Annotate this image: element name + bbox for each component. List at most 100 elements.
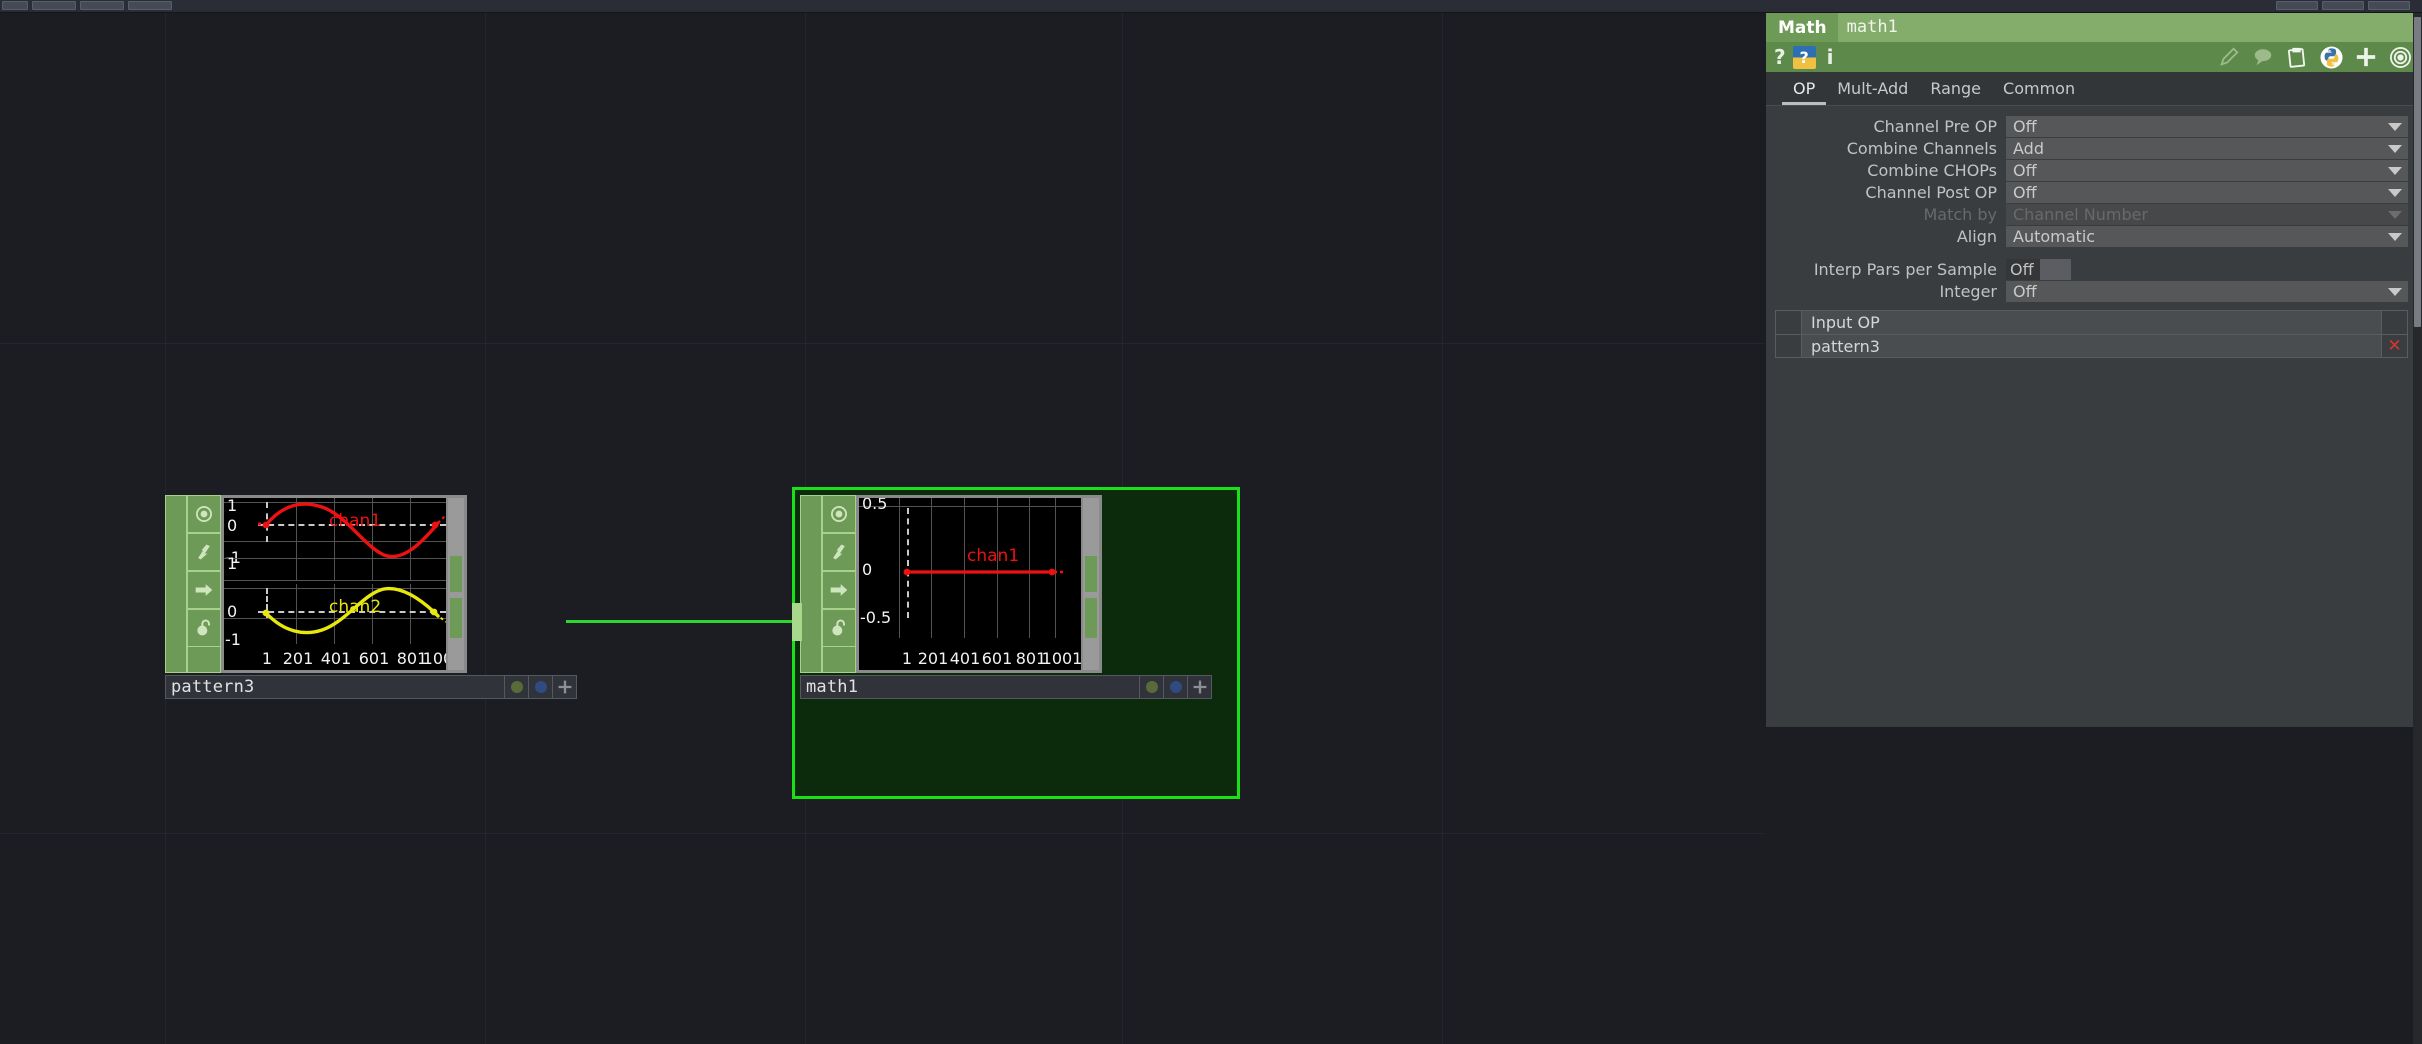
param-menu-combine-chops[interactable]: Off (2006, 160, 2408, 181)
y-tick-label: 0 (227, 602, 238, 621)
viewer-icon[interactable] (822, 495, 856, 533)
connection-wire[interactable] (566, 620, 804, 623)
param-value: Off (2013, 117, 2037, 136)
column-header-input-op: Input OP (1802, 311, 2381, 334)
expand-icon[interactable] (1188, 675, 1212, 699)
clone-icon[interactable] (822, 571, 856, 609)
param-menu-channel-pre-op[interactable]: Off (2006, 116, 2408, 137)
top-bar-button[interactable] (80, 1, 124, 10)
tab-range[interactable]: Range (1919, 79, 1992, 105)
param-value: Off (2013, 183, 2037, 202)
param-menu-channel-post-op[interactable]: Off (2006, 182, 2408, 203)
tab-common[interactable]: Common (1992, 79, 2086, 105)
param-row-combine-channels: Combine Channels Add (1766, 138, 2422, 159)
parameter-tabs: OP Mult-Add Range Common (1766, 72, 2422, 106)
top-bar-button[interactable] (2, 1, 28, 10)
node-output-connector[interactable] (450, 598, 462, 638)
clipboard-icon[interactable] (2286, 46, 2308, 68)
y-tick-label: 0 (227, 516, 238, 535)
node-output-connector[interactable] (1085, 598, 1097, 638)
input-op-value[interactable]: pattern3 (1802, 335, 2381, 357)
grid-line (0, 343, 1764, 344)
tab-op[interactable]: OP (1782, 79, 1826, 105)
param-label: Integer (1939, 282, 1997, 301)
node-math1[interactable]: 0.5 0 -0.5 chan1 1 201 401 601 801 1001 (792, 487, 1240, 799)
param-menu-match-by: Channel Number (2006, 204, 2408, 225)
param-menu-integer[interactable]: Off (2006, 281, 2408, 302)
param-group-spacer (1766, 248, 2422, 259)
clone-icon[interactable] (187, 571, 221, 609)
param-row-channel-pre-op: Channel Pre OP Off (1766, 116, 2422, 137)
node-body[interactable]: 0.5 0 -0.5 chan1 1 201 401 601 801 1001 (792, 495, 1212, 673)
param-menu-align[interactable]: Automatic (2006, 226, 2408, 247)
node-pattern3[interactable]: 1 0 -1 chan1 1 0 -1 chan2 1 201 401 601 … (165, 495, 577, 699)
op-name-field[interactable]: math1 (1837, 13, 2422, 42)
node-output-strip[interactable] (1083, 498, 1099, 670)
chevron-down-icon (2388, 188, 2402, 197)
node-icon-strip[interactable] (822, 495, 856, 673)
viewer-active-dot[interactable] (505, 675, 529, 699)
chevron-down-icon (2388, 287, 2402, 296)
param-label: Combine Channels (1846, 139, 1997, 158)
chevron-down-icon (2388, 122, 2402, 131)
x-tick-label: 201 (282, 649, 314, 668)
y-tick-label: 0 (862, 560, 873, 579)
node-output-connector[interactable] (450, 556, 462, 592)
viewer-active-dot[interactable] (1140, 675, 1164, 699)
table-header-row: Input OP (1776, 311, 2407, 334)
pencil-icon[interactable] (2218, 46, 2240, 68)
param-label: Channel Pre OP (1873, 117, 1997, 136)
close-icon: ✕ (2387, 335, 2402, 356)
node-output-connector[interactable] (1085, 556, 1097, 592)
node-name-field[interactable]: math1 (800, 675, 1140, 699)
clone-dot[interactable] (1164, 675, 1188, 699)
chevron-down-icon (2388, 144, 2402, 153)
help-icon[interactable]: ? (1774, 47, 1786, 67)
tab-mult-add[interactable]: Mult-Add (1826, 79, 1919, 105)
x-tick-label: 1001 (422, 649, 446, 668)
touchdesigner-window: 1 0 -1 chan1 1 0 -1 chan2 1 201 401 601 … (0, 0, 2422, 1044)
top-bar-button[interactable] (128, 1, 172, 10)
parameter-scrollbar[interactable] (2413, 13, 2422, 1044)
delete-row-button[interactable]: ✕ (2381, 335, 2407, 357)
lock-icon[interactable] (822, 609, 856, 647)
node-flag-strip[interactable] (165, 495, 187, 673)
node-output-strip[interactable] (448, 498, 464, 670)
node-viewer[interactable]: 1 0 -1 chan1 1 0 -1 chan2 1 201 401 601 … (221, 495, 467, 673)
window-maximize-button[interactable] (2322, 1, 2364, 10)
node-name-field[interactable]: pattern3 (165, 675, 505, 699)
target-icon[interactable] (2389, 46, 2412, 69)
op-help-icon[interactable]: ? (1792, 45, 1816, 69)
param-toggle-interp-pars[interactable] (2039, 259, 2071, 280)
param-menu-combine-channels[interactable]: Add (2006, 138, 2408, 159)
chevron-down-icon (2388, 232, 2402, 241)
lock-icon[interactable] (187, 609, 221, 647)
param-row-integer: Integer Off (1766, 281, 2422, 302)
info-icon[interactable]: i (1823, 47, 1838, 67)
node-footer[interactable]: pattern3 (165, 675, 577, 699)
plus-icon[interactable] (2355, 46, 2377, 68)
network-editor[interactable]: 1 0 -1 chan1 1 0 -1 chan2 1 201 401 601 … (0, 13, 1764, 1044)
header-spacer-cell (2381, 311, 2407, 334)
top-bar-button[interactable] (32, 1, 76, 10)
node-input-connector[interactable] (792, 603, 802, 641)
node-flag-strip[interactable] (800, 495, 822, 673)
x-tick-label: 1 (261, 649, 273, 668)
bypass-icon[interactable] (187, 533, 221, 571)
node-viewer[interactable]: 0.5 0 -0.5 chan1 1 201 401 601 801 1001 (856, 495, 1102, 673)
parameter-scrollbar-thumb[interactable] (2414, 17, 2421, 327)
table-row[interactable]: pattern3 ✕ (1776, 334, 2407, 357)
viewer-icon[interactable] (187, 495, 221, 533)
node-footer[interactable]: math1 (800, 675, 1212, 699)
x-tick-label: 401 (320, 649, 352, 668)
python-icon[interactable] (2320, 45, 2343, 69)
expand-icon[interactable] (553, 675, 577, 699)
chevron-down-icon (2388, 210, 2402, 219)
comment-icon[interactable] (2252, 46, 2274, 68)
bypass-icon[interactable] (822, 533, 856, 571)
window-minimize-button[interactable] (2276, 1, 2318, 10)
node-icon-strip[interactable] (187, 495, 221, 673)
node-body[interactable]: 1 0 -1 chan1 1 0 -1 chan2 1 201 401 601 … (165, 495, 577, 673)
window-close-button[interactable] (2368, 1, 2410, 10)
clone-dot[interactable] (529, 675, 553, 699)
